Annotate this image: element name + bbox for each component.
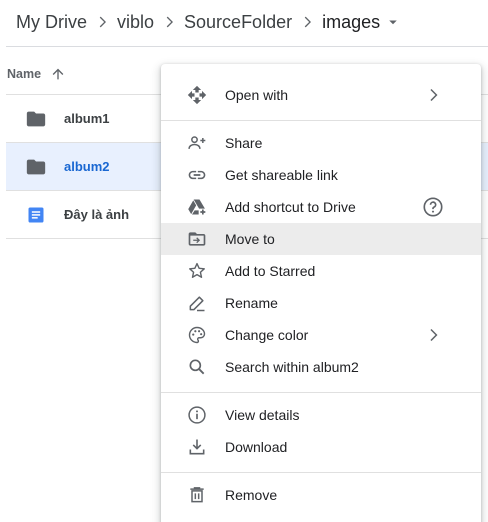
menu-item-view-details[interactable]: View details (161, 399, 481, 431)
file-name: Đây là ảnh (64, 207, 130, 222)
menu-item-label: Search within album2 (225, 359, 359, 375)
context-menu: Open with Share Get shareable link Add s… (161, 64, 481, 522)
caret-down-icon (389, 20, 397, 25)
google-docs-icon (25, 204, 47, 226)
menu-item-label: Add shortcut to Drive (225, 199, 356, 215)
menu-item-label: Change color (225, 327, 309, 343)
file-name: album1 (64, 111, 110, 126)
menu-item-label: Rename (225, 295, 278, 311)
name-column-header[interactable]: Name (7, 60, 66, 88)
breadcrumb-images-dropdown[interactable]: images (322, 12, 402, 33)
toolbar-divider (6, 46, 488, 47)
help-icon[interactable] (421, 195, 445, 219)
link-icon (185, 163, 209, 187)
breadcrumb-viblo[interactable]: viblo (117, 12, 154, 33)
chevron-right-icon (421, 323, 445, 347)
star-outline-icon (185, 259, 209, 283)
trash-icon (185, 483, 209, 507)
menu-item-get-link[interactable]: Get shareable link (161, 159, 481, 191)
menu-divider (161, 392, 481, 393)
menu-item-label: Add to Starred (225, 263, 316, 279)
menu-item-label: Open with (225, 87, 289, 103)
menu-item-label: View details (225, 407, 300, 423)
palette-icon (185, 323, 209, 347)
menu-item-add-starred[interactable]: Add to Starred (161, 255, 481, 287)
breadcrumb-images: images (322, 11, 381, 32)
menu-divider (161, 472, 481, 473)
menu-item-add-shortcut[interactable]: Add shortcut to Drive (161, 191, 481, 223)
menu-item-label: Share (225, 135, 263, 151)
name-column-label: Name (7, 67, 42, 81)
file-name: album2 (64, 159, 110, 174)
breadcrumb-sourcefolder[interactable]: SourceFolder (184, 12, 292, 33)
move-arrows-icon (185, 83, 209, 107)
menu-item-share[interactable]: Share (161, 127, 481, 159)
menu-item-change-color[interactable]: Change color (161, 319, 481, 351)
info-icon (185, 403, 209, 427)
folder-icon (25, 108, 47, 130)
search-icon (185, 355, 209, 379)
menu-item-label: Download (225, 439, 288, 455)
menu-item-download[interactable]: Download (161, 431, 481, 463)
pencil-icon (185, 291, 209, 315)
menu-item-search-within[interactable]: Search within album2 (161, 351, 481, 383)
chevron-right-icon (87, 8, 117, 36)
person-add-icon (185, 131, 209, 155)
menu-item-rename[interactable]: Rename (161, 287, 481, 319)
menu-item-label: Move to (225, 231, 275, 247)
drive-shortcut-icon (185, 195, 209, 219)
chevron-right-icon (154, 8, 184, 36)
menu-item-remove[interactable]: Remove (161, 479, 481, 511)
menu-item-label: Remove (225, 487, 278, 503)
arrow-up-icon[interactable] (50, 66, 66, 82)
breadcrumb: My Drive viblo SourceFolder images (16, 8, 402, 36)
menu-divider (161, 120, 481, 121)
folder-move-icon (185, 227, 209, 251)
breadcrumb-my-drive[interactable]: My Drive (16, 12, 87, 33)
download-icon (185, 435, 209, 459)
menu-item-open-with[interactable]: Open with (161, 79, 481, 111)
chevron-right-icon (421, 83, 445, 107)
menu-item-label: Get shareable link (225, 167, 338, 183)
folder-icon (25, 156, 47, 178)
chevron-right-icon (292, 8, 322, 36)
menu-item-move-to[interactable]: Move to (161, 223, 481, 255)
